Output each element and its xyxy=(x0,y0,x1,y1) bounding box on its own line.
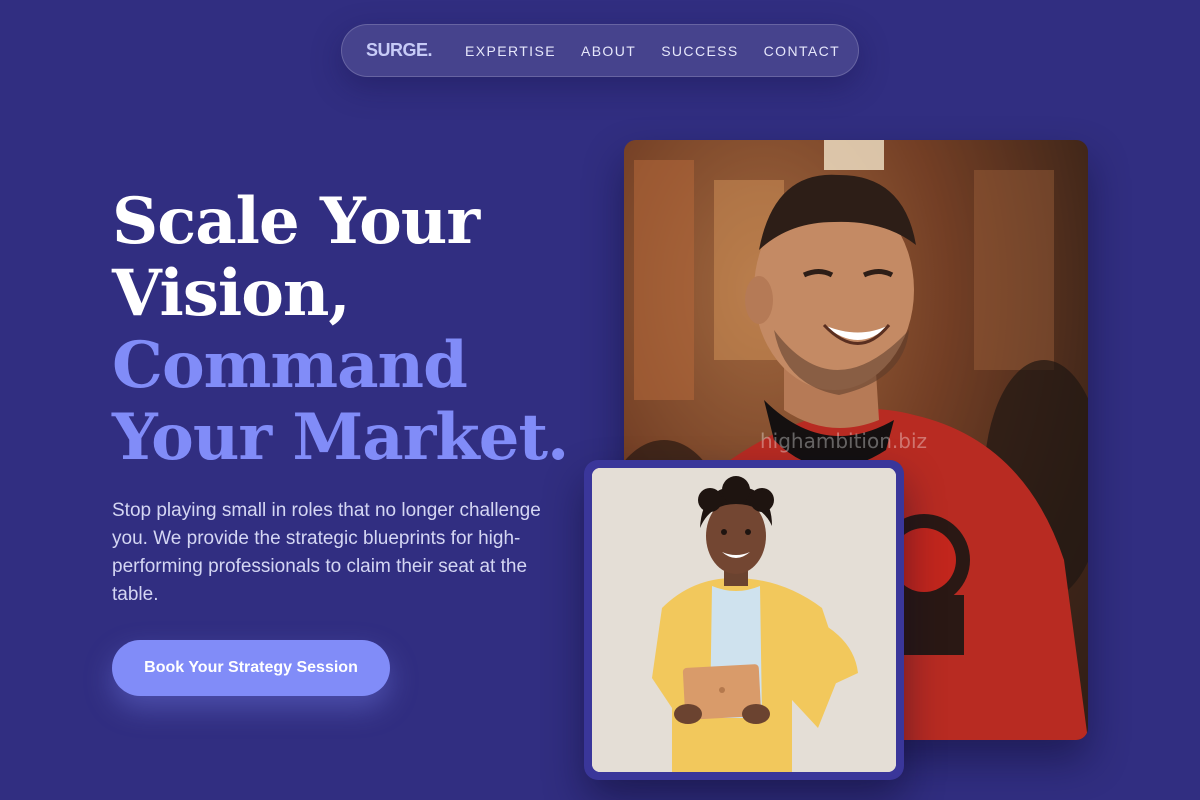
brand-logo[interactable]: SURGE. xyxy=(366,40,433,61)
headline-line-2: Vision, xyxy=(112,256,351,331)
watermark-text: highambition.biz xyxy=(760,429,927,453)
hero-headline: Scale Your Vision, Command Your Market. xyxy=(112,186,582,474)
nav-links: EXPERTISE ABOUT SUCCESS CONTACT xyxy=(465,43,840,59)
headline-line-4: Your Market. xyxy=(112,400,569,475)
woman-photo-illustration xyxy=(592,468,896,772)
book-strategy-session-button[interactable]: Book Your Strategy Session xyxy=(112,640,390,696)
top-navigation: SURGE. EXPERTISE ABOUT SUCCESS CONTACT xyxy=(341,24,859,77)
nav-link-contact[interactable]: CONTACT xyxy=(764,43,840,59)
nav-link-success[interactable]: SUCCESS xyxy=(661,43,738,59)
nav-link-about[interactable]: ABOUT xyxy=(581,43,636,59)
hero-subcopy: Stop playing small in roles that no long… xyxy=(112,500,541,605)
hero-photo-woman-frame xyxy=(584,460,904,780)
headline-line-1: Scale Your xyxy=(112,184,480,259)
headline-line-3: Command xyxy=(112,328,468,403)
nav-link-expertise[interactable]: EXPERTISE xyxy=(465,43,556,59)
hero-photo-woman xyxy=(592,468,896,772)
